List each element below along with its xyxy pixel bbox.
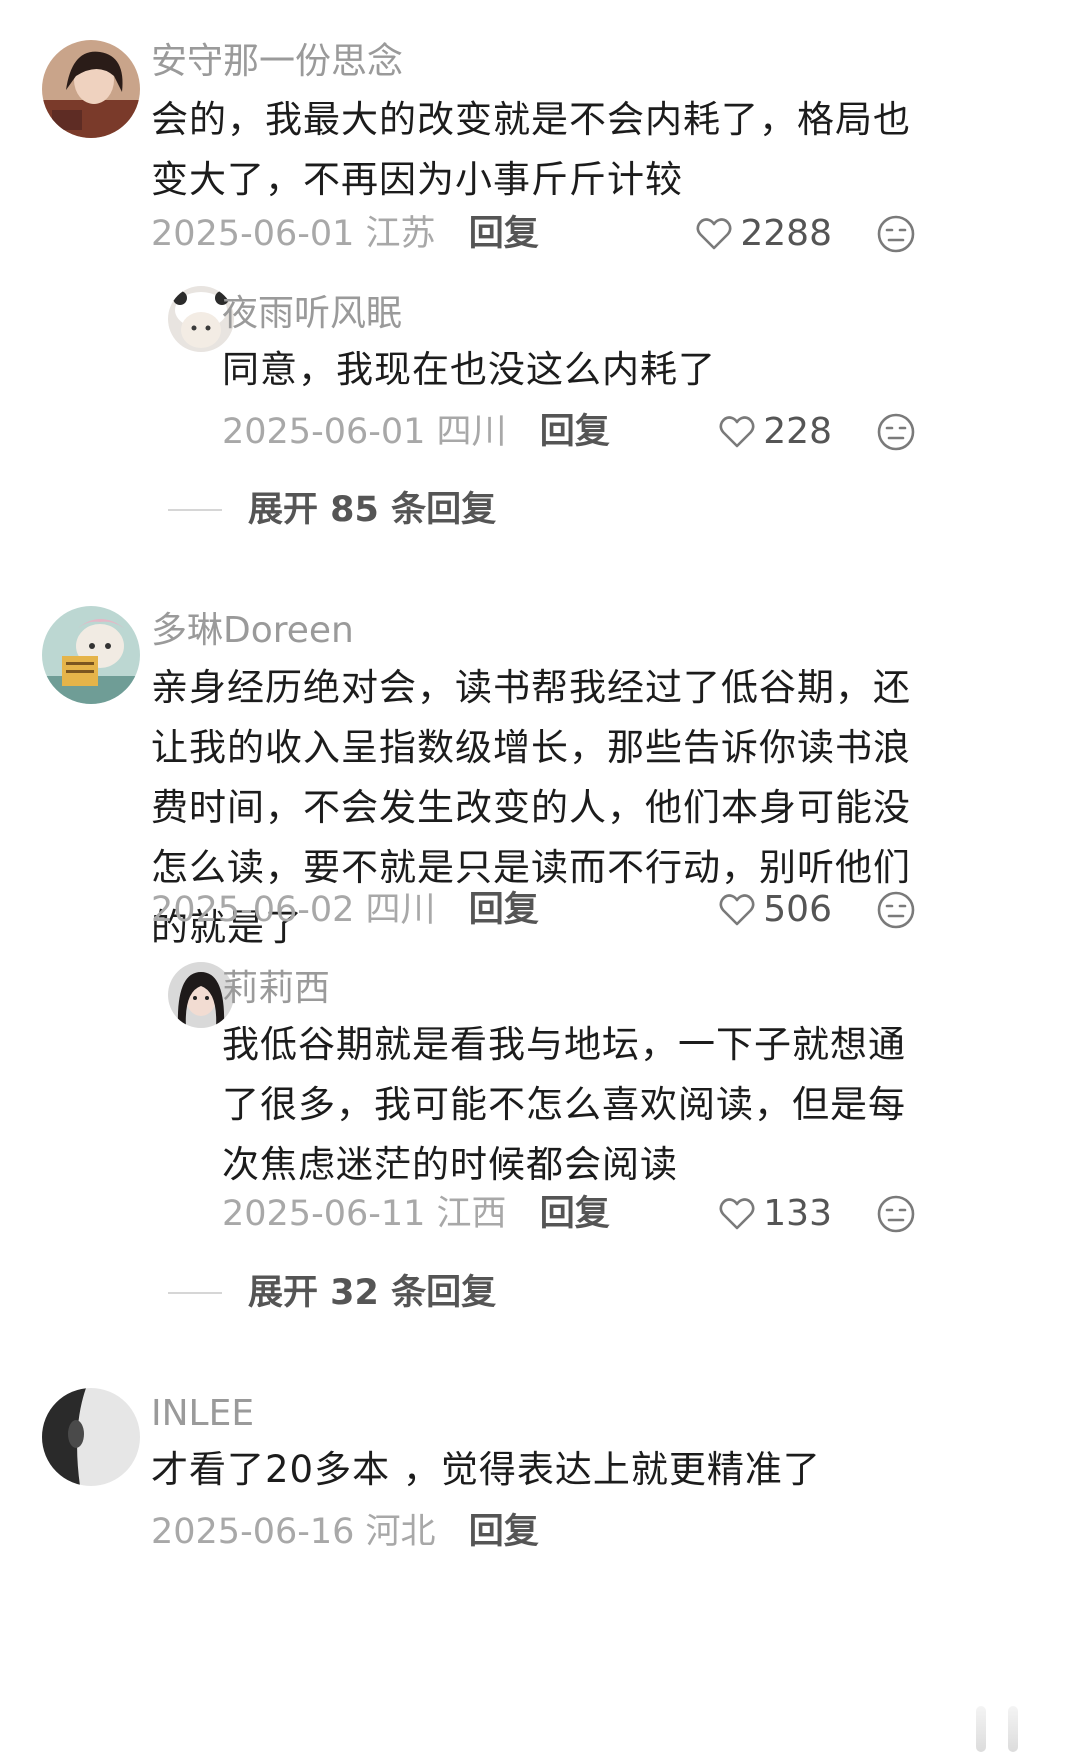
username[interactable]: 莉莉西 — [222, 967, 330, 1011]
comment-date: 2025-06-16 — [151, 1512, 355, 1552]
username[interactable]: INLEE — [151, 1392, 254, 1436]
reply-location: 四川 — [436, 412, 507, 452]
comment-location: 江苏 — [365, 214, 436, 254]
reply-button[interactable]: 回复 — [540, 412, 610, 452]
neutral-face-icon[interactable] — [876, 214, 916, 254]
heart-outline-icon — [719, 416, 755, 448]
avatar[interactable] — [42, 40, 140, 138]
username[interactable]: 夜雨听风眠 — [222, 292, 402, 336]
like-button[interactable]: 506 — [719, 888, 832, 932]
reply-text: 我低谷期就是看我与地坛，一下子就想通了很多，我可能不怎么喜欢阅读，但是每次焦虑迷… — [222, 1023, 906, 1186]
reply-meta: 2025-06-11 江西 回复 — [222, 1192, 610, 1236]
comment-date: 2025-06-01 — [151, 214, 355, 254]
neutral-face-icon[interactable] — [876, 890, 916, 930]
reply-button[interactable]: 回复 — [469, 890, 539, 930]
expand-replies-button[interactable]: 展开 32 条回复 — [168, 1271, 496, 1315]
comment-meta: 2025-06-16 河北 回复 — [151, 1510, 539, 1554]
like-button[interactable]: 133 — [719, 1192, 832, 1236]
reply-meta: 2025-06-01 四川 回复 — [222, 410, 610, 454]
heart-outline-icon — [696, 218, 732, 250]
heart-outline-icon — [719, 1198, 755, 1230]
comment-meta: 2025-06-02 四川 回复 — [151, 888, 539, 932]
like-count: 2288 — [740, 213, 832, 254]
neutral-face-icon[interactable] — [876, 1194, 916, 1234]
divider-line — [168, 1292, 222, 1294]
reply-date: 2025-06-11 — [222, 1194, 426, 1234]
avatar[interactable] — [42, 1388, 140, 1486]
comment-meta: 2025-06-01 江苏 回复 — [151, 212, 539, 256]
scroll-edge-indicator — [976, 1706, 1018, 1752]
like-count: 133 — [763, 1193, 832, 1234]
reply-button[interactable]: 回复 — [540, 1194, 610, 1234]
expand-replies-button[interactable]: 展开 85 条回复 — [168, 488, 496, 532]
reply-button[interactable]: 回复 — [469, 214, 539, 254]
like-button[interactable]: 228 — [719, 410, 832, 454]
reply-location: 江西 — [436, 1194, 507, 1234]
like-count: 506 — [763, 889, 832, 930]
username[interactable]: 安守那一份思念 — [151, 40, 403, 84]
comment-text: 会的，我最大的改变就是不会内耗了，格局也变大了，不再因为小事斤斤计较 — [151, 98, 911, 201]
expand-replies-label: 展开 85 条回复 — [248, 490, 497, 530]
comment-location: 河北 — [365, 1512, 436, 1552]
username[interactable]: 多琳Doreen — [151, 609, 354, 653]
avatar[interactable] — [42, 606, 140, 704]
expand-replies-label: 展开 32 条回复 — [248, 1273, 497, 1313]
reply-text: 同意，我现在也没这么内耗了 — [222, 348, 716, 391]
divider-line — [168, 509, 222, 511]
comment-text: 才看了20多本 ，觉得表达上就更精准了 — [151, 1448, 821, 1491]
reply-button[interactable]: 回复 — [469, 1512, 539, 1552]
heart-outline-icon — [719, 894, 755, 926]
neutral-face-icon[interactable] — [876, 412, 916, 452]
edge-bar — [1008, 1706, 1018, 1752]
like-count: 228 — [763, 411, 832, 452]
edge-bar — [976, 1706, 986, 1752]
comment-date: 2025-06-02 — [151, 890, 355, 930]
comment-location: 四川 — [365, 890, 436, 930]
reply-date: 2025-06-01 — [222, 412, 426, 452]
like-button[interactable]: 2288 — [696, 212, 832, 256]
